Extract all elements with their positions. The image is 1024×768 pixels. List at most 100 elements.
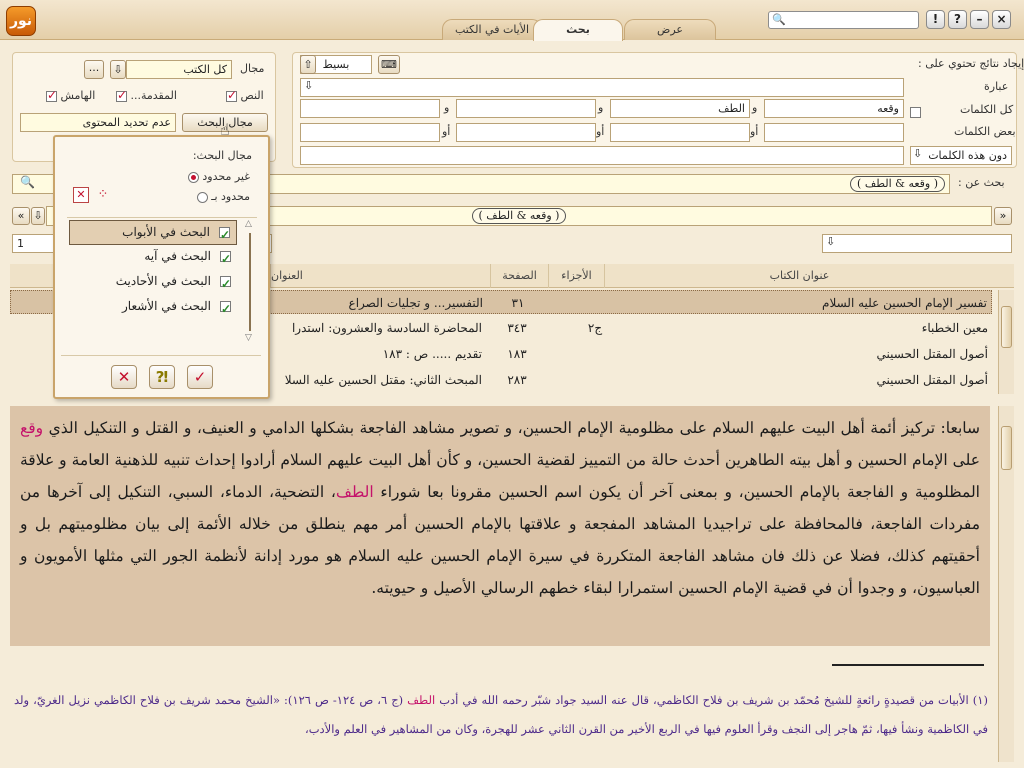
popup-scrollbar[interactable]: △ ▽ — [243, 219, 257, 347]
all-words-label: كل الكلمات — [960, 103, 1014, 116]
some-words-input-2[interactable] — [610, 123, 750, 142]
help-button[interactable]: ⁈ — [149, 365, 175, 389]
table-scrollbar[interactable] — [998, 290, 1014, 394]
some-words-input-3[interactable] — [456, 123, 596, 142]
field-select[interactable]: كل الكتب — [126, 60, 232, 79]
cell-title: تقديم ..... ص : ١٨٣ — [382, 347, 482, 361]
unlimited-label: غير محدود — [202, 170, 250, 183]
unlimited-radio[interactable] — [187, 171, 199, 183]
field-dropdown-button[interactable]: ⇩ — [110, 60, 126, 79]
search-scope-popup: مجال البحث: غير محدود محدود بـ ✕ ⁘ البحث… — [53, 135, 270, 399]
find-label: إيجاد نتائج تحتوي على : — [918, 57, 1024, 70]
margin-option[interactable]: الهامش — [46, 88, 96, 102]
col-parts[interactable]: الأجزاء — [548, 264, 604, 288]
scroll-down-icon[interactable]: ▽ — [245, 333, 252, 343]
col-page[interactable]: الصفحة — [490, 264, 548, 288]
col-book-title[interactable]: عنوان الكتاب — [604, 264, 994, 288]
keyboard-icon: ⌨ — [381, 58, 397, 71]
tab-view[interactable]: عرض — [624, 19, 716, 40]
content-scroll-thumb[interactable] — [1001, 426, 1012, 470]
footnote-part: (١) الأبيات من قصيدةٍ رائعةٍ للشيخ مُحمّ… — [435, 693, 988, 707]
global-search-input[interactable]: 🔍 — [768, 11, 919, 29]
help-button[interactable]: ? — [948, 10, 967, 29]
intro-checkbox[interactable] — [116, 88, 127, 102]
item-checkbox[interactable] — [220, 298, 231, 321]
phrase-label: عبارة — [984, 80, 1009, 93]
and-label-2: و — [598, 101, 604, 114]
item-label: البحث في الأبواب — [122, 225, 210, 239]
text-option[interactable]: النص — [226, 88, 264, 102]
select-all-icon[interactable]: ⁘ — [95, 187, 111, 203]
all-words-checkbox[interactable] — [910, 106, 921, 118]
help-icon: ⁈ — [155, 368, 169, 386]
search-icon: 🔍 — [772, 13, 786, 26]
item-checkbox[interactable] — [219, 224, 230, 247]
scroll-up-icon[interactable]: △ — [245, 219, 252, 229]
minimize-button[interactable]: – — [970, 10, 989, 29]
unlimited-option[interactable]: غير محدود — [187, 170, 250, 183]
and-label-1: و — [752, 101, 758, 114]
nav-last-button[interactable]: » — [994, 207, 1012, 225]
search-highlight: الطف — [407, 693, 436, 707]
some-words-input-4[interactable] — [300, 123, 440, 142]
cell-title: المبحث الثاني: مقتل الحسين عليه السلا — [284, 373, 482, 387]
magnifier-icon[interactable]: 🔍 — [20, 175, 35, 189]
without-input[interactable] — [300, 146, 904, 165]
phrase-input[interactable] — [300, 78, 904, 97]
all-words-input-4[interactable] — [300, 99, 440, 118]
popup-scroll-track[interactable] — [249, 233, 251, 331]
table-scroll-thumb[interactable] — [1001, 306, 1012, 348]
filter-select[interactable] — [822, 234, 1012, 253]
cell-part: ج٢ — [587, 321, 603, 335]
list-item[interactable]: البحث في الأحاديث — [69, 270, 237, 296]
limited-radio[interactable] — [196, 191, 208, 203]
nav-prev-button[interactable]: ⇩ — [31, 207, 45, 225]
intro-option[interactable]: المقدمة... — [116, 88, 177, 102]
margin-checkbox[interactable] — [46, 88, 57, 102]
scope-value: عدم تحديد المحتوى — [20, 113, 176, 132]
col-title[interactable]: العنوان — [270, 264, 490, 288]
nav-first-button[interactable]: « — [12, 207, 30, 225]
popup-bottom-divider — [61, 355, 261, 356]
text-checkbox[interactable] — [226, 88, 237, 102]
list-item[interactable]: البحث في الأشعار — [69, 295, 237, 321]
popup-title: مجال البحث: — [192, 149, 252, 162]
all-words-input-3[interactable] — [456, 99, 596, 118]
tab-search[interactable]: بحث — [533, 19, 623, 41]
arrow-down-icon: ⇩ — [304, 79, 314, 92]
cell-page: ١٨٣ — [507, 347, 527, 361]
cell-book: أصول المقتل الحسيني — [876, 347, 988, 361]
all-words-input-1[interactable]: وقعه — [764, 99, 904, 118]
without-select[interactable]: دون هذه الكلمات — [910, 146, 1012, 165]
content-scrollbar[interactable] — [998, 406, 1014, 762]
item-checkbox[interactable] — [220, 273, 231, 296]
all-words-input-2[interactable]: الطف — [610, 99, 750, 118]
arrow-down-icon: ⇩ — [913, 147, 923, 160]
some-words-input-1[interactable] — [764, 123, 904, 142]
content-part: سابعا: تركيز أئمة أهل البيت عليهم السلام… — [43, 419, 980, 437]
tab-verses-in-books[interactable]: الأيات في الكتب — [442, 19, 542, 40]
and-label-3: و — [444, 101, 450, 114]
app-logo[interactable]: نور — [6, 6, 36, 36]
ok-button[interactable]: ✓ — [187, 365, 213, 389]
alert-button[interactable]: ! — [926, 10, 945, 29]
chevron-right-icon: » — [999, 209, 1007, 222]
limited-option[interactable]: محدود بـ — [196, 190, 250, 203]
margin-option-label: الهامش — [60, 89, 96, 102]
deselect-all-icon[interactable]: ✕ — [73, 187, 89, 203]
close-button[interactable]: × — [992, 10, 1011, 29]
keyboard-button[interactable]: ⌨ — [378, 55, 400, 74]
search-for-label: بحث عن : — [958, 176, 1005, 189]
cancel-button[interactable]: ✕ — [111, 365, 137, 389]
item-checkbox[interactable] — [220, 248, 231, 271]
cell-book: تفسير الإمام الحسين عليه السلام — [822, 296, 987, 310]
search-highlight: الطف — [335, 483, 374, 501]
cell-page: ٣١ — [511, 296, 525, 310]
search-highlight: وقع — [20, 419, 44, 437]
list-item[interactable]: البحث في آيه — [69, 245, 237, 271]
more-button[interactable]: ... — [84, 60, 104, 79]
footnote-divider — [832, 664, 984, 666]
field-label: مجال — [240, 62, 265, 75]
mode-dropdown-button[interactable]: ⇧ — [300, 55, 316, 74]
list-item[interactable]: البحث في الأبواب — [69, 220, 237, 247]
